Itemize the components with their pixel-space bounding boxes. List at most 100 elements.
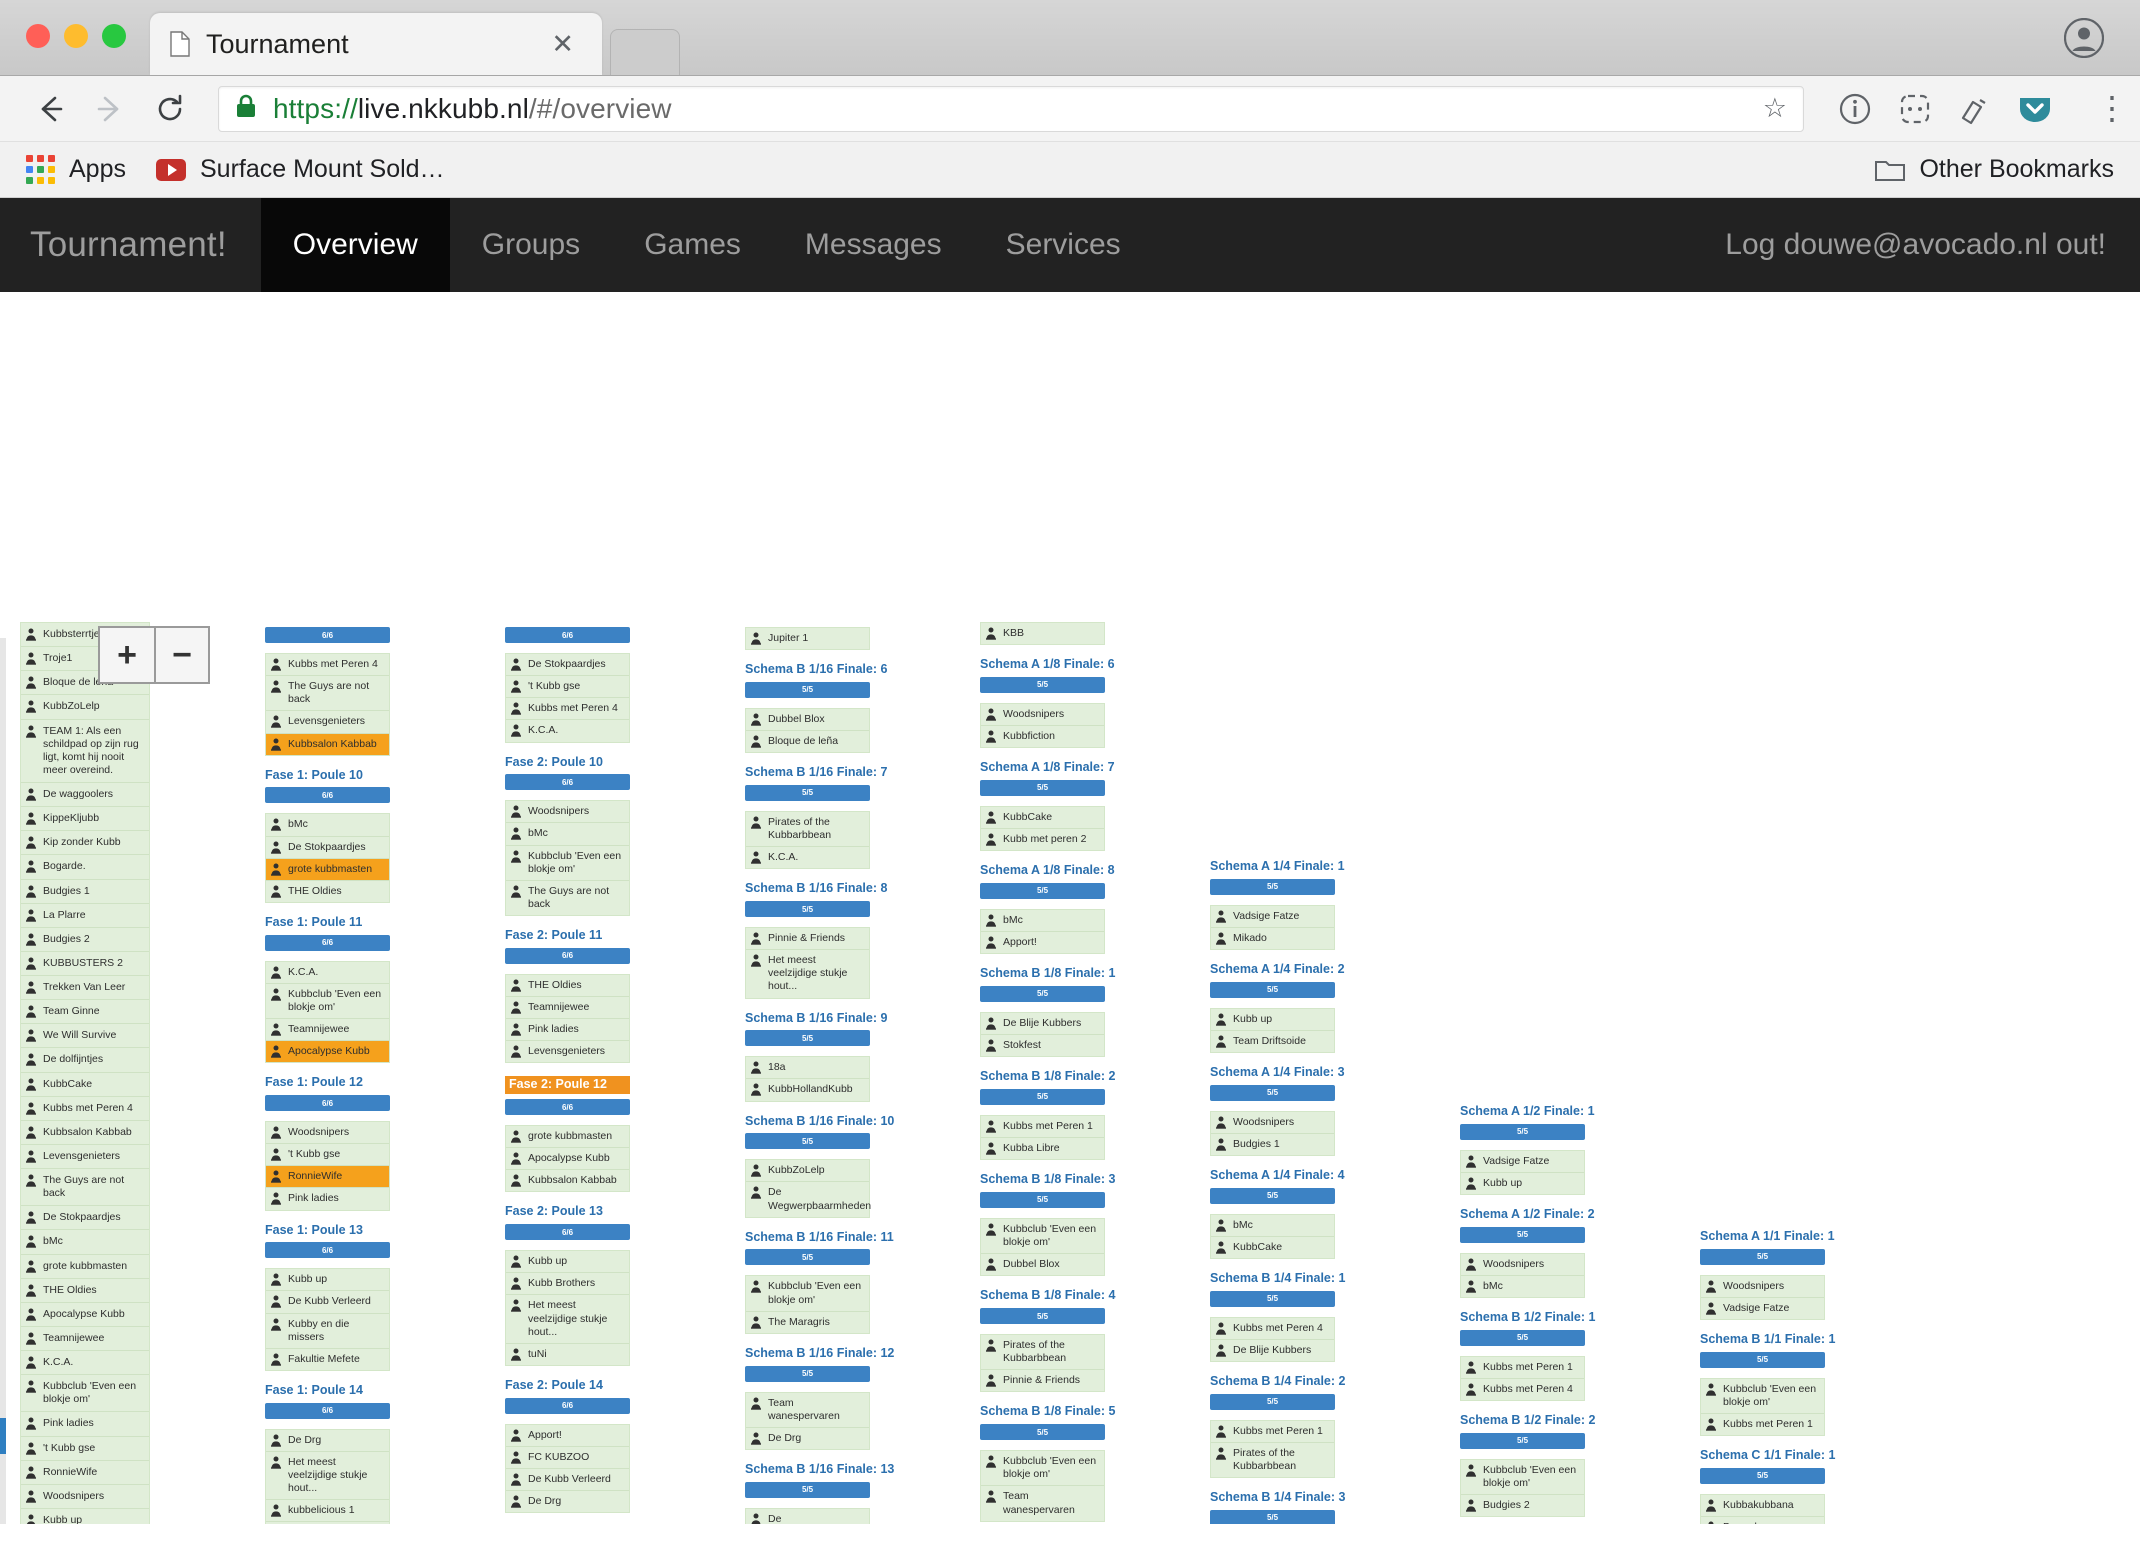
close-window-button[interactable] bbox=[26, 24, 50, 48]
table-row[interactable]: Teamnijewee bbox=[266, 1019, 389, 1042]
table-row[interactable]: De Korpsstraatthuisbeks bbox=[746, 1509, 869, 1524]
table-row[interactable]: K.C.A. bbox=[266, 962, 389, 984]
table-row[interactable]: RonnieWife bbox=[266, 1166, 389, 1189]
card-title[interactable]: Fase 2: Poule 13 bbox=[505, 1205, 630, 1219]
address-bar[interactable]: https://live.nkkubb.nl/#/overview ☆ bbox=[218, 85, 1804, 132]
brand-title[interactable]: Tournament! bbox=[0, 198, 261, 292]
table-row[interactable]: Woodsnipers bbox=[981, 704, 1104, 726]
minimize-window-button[interactable] bbox=[64, 24, 88, 48]
list-item[interactable]: Kubbclub 'Even een blokje om' bbox=[21, 1375, 149, 1413]
table-row[interactable]: Kubb Brothers bbox=[506, 1273, 629, 1296]
list-item[interactable]: Team Ginne bbox=[21, 1000, 149, 1025]
table-row[interactable]: Kubbsalon Kabbab bbox=[266, 733, 389, 755]
table-row[interactable]: Vadsige Fatze bbox=[1461, 1151, 1584, 1173]
list-item[interactable]: KubbCake bbox=[21, 1073, 149, 1097]
table-row[interactable]: Mikado bbox=[1211, 928, 1334, 949]
card-title[interactable]: Schema A 1/1 Finale: 1 bbox=[1700, 1229, 1835, 1244]
list-item[interactable]: We Will Survive bbox=[21, 1024, 149, 1049]
table-row[interactable]: KubbCake bbox=[1211, 1237, 1334, 1258]
paint-extension-icon[interactable] bbox=[1956, 90, 1994, 128]
table-row[interactable]: Pink ladies bbox=[506, 1019, 629, 1042]
nav-groups[interactable]: Groups bbox=[450, 198, 612, 292]
card-title[interactable]: Schema B 1/16 Finale: 6 bbox=[745, 662, 887, 677]
table-row[interactable]: The Guys are not back bbox=[506, 881, 629, 915]
card-title[interactable]: Schema B 1/1 Finale: 1 bbox=[1700, 1332, 1835, 1347]
card-title[interactable]: Schema B 1/8 Finale: 3 bbox=[980, 1172, 1115, 1187]
info-icon[interactable] bbox=[1836, 90, 1874, 128]
table-row[interactable]: Apocalypse Kubb bbox=[506, 1148, 629, 1171]
card-title[interactable]: Fase 2: Poule 12 bbox=[505, 1076, 630, 1094]
list-item[interactable]: RonnieWife bbox=[21, 1461, 149, 1485]
table-row[interactable]: bMc bbox=[1461, 1276, 1584, 1297]
list-item[interactable]: Apocalypse Kubb bbox=[21, 1303, 149, 1327]
table-row[interactable]: Kubbclub 'Even een blokje om' bbox=[1461, 1460, 1584, 1495]
list-item[interactable]: Kip zonder Kubb bbox=[21, 831, 149, 856]
table-row[interactable]: Kubbs met Peren 4 bbox=[266, 654, 389, 677]
table-row[interactable]: Kubbs met Peren 4 bbox=[506, 698, 629, 721]
card-title[interactable]: Schema B 1/4 Finale: 1 bbox=[1210, 1271, 1345, 1286]
list-item[interactable]: Kubbs met Peren 4 bbox=[21, 1097, 149, 1121]
table-row[interactable]: Kubbakubbana bbox=[1701, 1495, 1824, 1517]
table-row[interactable]: Kubb up bbox=[266, 1269, 389, 1292]
list-item[interactable]: Levensgenieters bbox=[21, 1145, 149, 1169]
nav-services[interactable]: Services bbox=[974, 198, 1153, 292]
table-row[interactable]: Levensgenieters bbox=[266, 711, 389, 734]
list-item[interactable]: grote kubbmasten bbox=[21, 1255, 149, 1279]
nav-overview[interactable]: Overview bbox=[260, 198, 450, 292]
table-row[interactable]: Woodsnipers bbox=[1461, 1254, 1584, 1276]
list-item[interactable]: De Stokpaardjes bbox=[21, 1206, 149, 1231]
table-row[interactable]: Kubbs met Peren 4 bbox=[1211, 1318, 1334, 1340]
table-row[interactable]: Fakultie Mefete bbox=[266, 1349, 389, 1370]
table-row[interactable]: Kubbclub 'Even een blokje om' bbox=[981, 1219, 1104, 1255]
table-row[interactable]: Woodsnipers bbox=[1211, 1112, 1334, 1134]
zoom-out-button[interactable]: − bbox=[154, 628, 208, 682]
card-title[interactable]: Schema B 1/8 Finale: 4 bbox=[980, 1288, 1115, 1303]
list-item[interactable]: The Guys are not back bbox=[21, 1169, 149, 1207]
table-row[interactable]: KubbCake bbox=[981, 807, 1104, 829]
table-row[interactable]: Kubbs met Peren 1 bbox=[1701, 1414, 1824, 1435]
list-item[interactable]: Budgies 1 bbox=[21, 880, 149, 904]
table-row[interactable]: De Blije Kubbers bbox=[1211, 1340, 1334, 1361]
table-row[interactable]: Kubbclub 'Even een blokje om' bbox=[981, 1451, 1104, 1487]
card-title[interactable]: Schema B 1/16 Finale: 13 bbox=[745, 1462, 894, 1477]
table-row[interactable]: grote kubbmasten bbox=[506, 1126, 629, 1149]
table-row[interactable]: K.C.A. bbox=[746, 847, 869, 868]
table-row[interactable]: Kubb met peren 2 bbox=[981, 829, 1104, 850]
list-item[interactable]: Kubbsalon Kabbab bbox=[21, 1121, 149, 1145]
card-title[interactable]: Schema C 1/1 Finale: 1 bbox=[1700, 1448, 1835, 1463]
bookmark-surface-mount[interactable]: Surface Mount Sold… bbox=[155, 155, 445, 184]
card-title[interactable]: Fase 1: Poule 11 bbox=[265, 915, 390, 930]
table-row[interactable]: Pinnie & Friends bbox=[746, 928, 869, 951]
table-row[interactable]: FC KUBZOO bbox=[506, 1447, 629, 1469]
table-row[interactable]: THE Oldies bbox=[266, 881, 389, 902]
card-title[interactable]: Fase 2: Poule 10 bbox=[505, 755, 630, 770]
list-item[interactable]: TEAM 1: Als een schildpad op zijn rug li… bbox=[21, 720, 149, 783]
window-controls[interactable] bbox=[26, 24, 126, 48]
card-title[interactable]: Schema B 1/4 Finale: 3 bbox=[1210, 1490, 1345, 1505]
card-title[interactable]: Schema A 1/2 Finale: 2 bbox=[1460, 1207, 1595, 1222]
table-row[interactable]: bMc bbox=[266, 814, 389, 837]
card-title[interactable]: Schema B 1/4 Finale: 2 bbox=[1210, 1374, 1345, 1389]
table-row[interactable]: Stokfest bbox=[981, 1035, 1104, 1056]
table-row[interactable]: Budgies 1 bbox=[1211, 1134, 1334, 1155]
table-row[interactable]: bMc bbox=[1211, 1215, 1334, 1237]
table-row[interactable]: De Drg bbox=[506, 1491, 629, 1512]
table-row[interactable]: Kubbs met Peren 4 bbox=[1461, 1379, 1584, 1400]
list-item[interactable]: KUBBUSTERS 2 bbox=[21, 952, 149, 976]
table-row[interactable]: KubbZoLelp bbox=[746, 1160, 869, 1183]
card-title[interactable]: Schema A 1/4 Finale: 1 bbox=[1210, 859, 1345, 874]
avatar[interactable] bbox=[2063, 17, 2105, 59]
table-row[interactable]: The Maragris bbox=[746, 1312, 869, 1333]
table-row[interactable]: 't Kubb gse bbox=[506, 676, 629, 699]
table-row[interactable]: Het meest veelzijdige stukje hout... bbox=[746, 950, 869, 997]
pocket-extension-icon[interactable] bbox=[2016, 90, 2054, 128]
table-row[interactable]: Kubby en die missers bbox=[266, 1314, 389, 1349]
list-item[interactable]: De dolfijntjes bbox=[21, 1048, 149, 1073]
table-row[interactable]: Pinnie & Friends bbox=[981, 1370, 1104, 1391]
other-bookmarks-button[interactable]: Other Bookmarks bbox=[1875, 155, 2114, 184]
crop-extension-icon[interactable] bbox=[1896, 90, 1934, 128]
table-row[interactable]: kubbelicious 1 bbox=[266, 1500, 389, 1523]
forward-icon[interactable] bbox=[84, 83, 136, 135]
table-row[interactable]: Team Driftsoide bbox=[1211, 1031, 1334, 1052]
table-row[interactable]: De Drg bbox=[266, 1430, 389, 1452]
